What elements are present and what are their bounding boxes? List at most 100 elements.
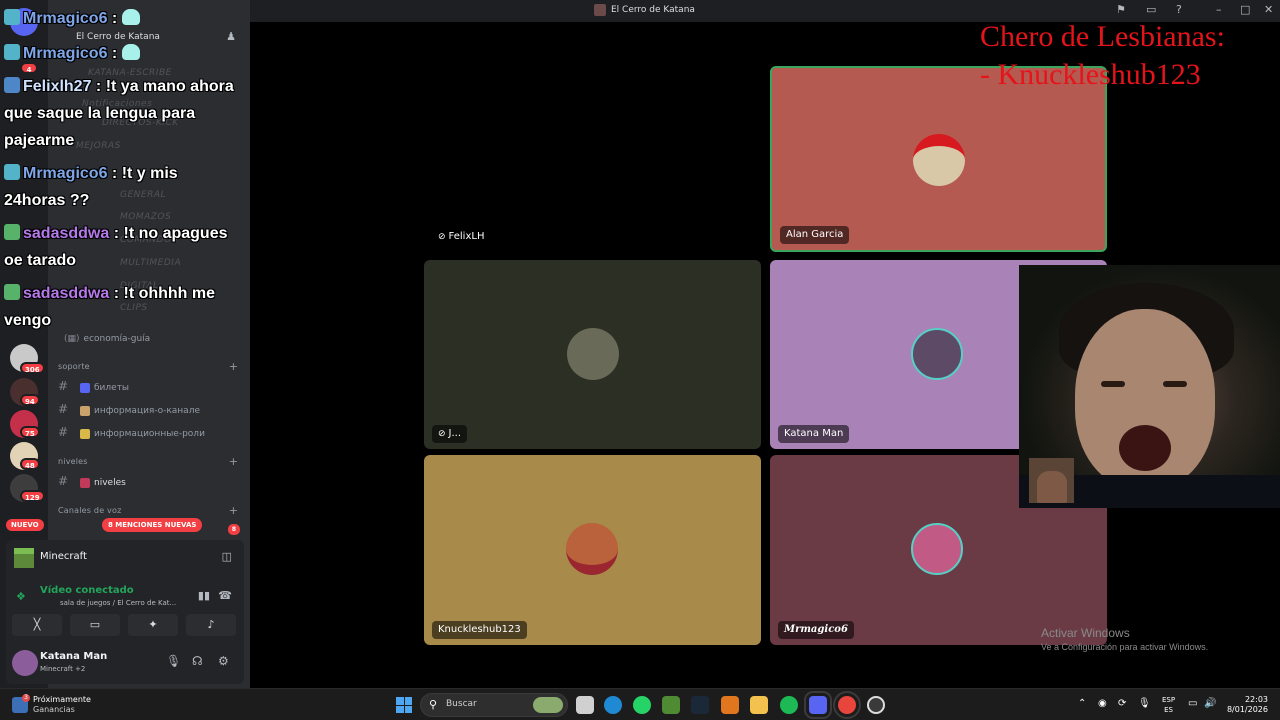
voice-status: ❖ Vídeo conectado sala de juegos / El Ce… [6, 580, 244, 612]
channel-item[interactable]: # билеты [58, 379, 129, 397]
whatsapp-icon[interactable] [633, 696, 651, 714]
webcam-mouth [1119, 425, 1171, 471]
inbox-icon[interactable]: ⚑ [1116, 3, 1126, 16]
minecraft-icon[interactable] [662, 696, 680, 714]
emoji-icon [80, 382, 90, 393]
channel-label: билеты [94, 383, 130, 393]
chrome-icon[interactable] [833, 691, 861, 719]
noise-suppression-icon[interactable]: ▮▮ [198, 589, 210, 602]
webcam-eye [1101, 381, 1125, 387]
window-title: El Cerro de Katana [611, 5, 695, 15]
disconnect-icon[interactable]: ☎ [218, 589, 232, 602]
stream-chat-overlay: Mrmagico6 : Mrmagico6 : Felixlh27 : !t y… [0, 6, 252, 336]
new-mentions-banner[interactable]: 8 MENCIONES NUEVAS [102, 518, 203, 532]
game-controller-icon[interactable]: ◫ [222, 550, 232, 563]
channel-item[interactable]: # niveles [58, 474, 126, 492]
chat-separator: : [109, 285, 124, 302]
taskbar: 3 Próximamente Ganancias ⚲ Buscar ⌃ ◉ ⟳ … [0, 688, 1280, 720]
taskbar-search[interactable]: ⚲ Buscar [420, 693, 568, 717]
chat-line: Felixlh27 : !t ya mano ahora [4, 74, 234, 100]
chevron-up-icon[interactable]: ⌃ [1078, 698, 1086, 709]
widget-title: Próximamente [33, 695, 91, 704]
voice-status-text[interactable]: Vídeo conectado [40, 585, 134, 596]
clock-date: 8/01/2026 [1226, 705, 1268, 714]
chat-badge-icon [4, 9, 20, 25]
server-badge: 75 [20, 426, 40, 438]
activity-row[interactable]: Minecraft ◫ [6, 540, 244, 574]
chat-line: Mrmagico6 : [4, 41, 140, 67]
emoji-icon [80, 477, 90, 488]
video-tile-j[interactable]: ⊘ J... [424, 260, 761, 449]
help-icon[interactable]: ? [1176, 3, 1182, 16]
account-name[interactable]: Katana Man [40, 651, 107, 662]
chat-badge-icon [4, 224, 20, 240]
spotify-icon[interactable] [780, 696, 798, 714]
clock[interactable]: 22:03 8/01/2026 [1216, 695, 1268, 715]
chat-separator: : [107, 45, 122, 62]
participant-name: Alan Garcia [786, 229, 844, 240]
minimize-icon[interactable]: – [1216, 3, 1222, 16]
webcam-eye [1163, 381, 1187, 387]
account-row: Katana Man Minecraft +2 🎙 ☊ ⚙ [6, 646, 244, 684]
microphone-icon[interactable]: 🎙 [1138, 698, 1151, 709]
volume-icon[interactable]: 🔊 [1204, 698, 1216, 709]
signal-icon[interactable]: ❖ [16, 590, 26, 603]
soundboard-button[interactable]: ♪ [186, 614, 236, 636]
category-soporte[interactable]: soporte [58, 362, 90, 376]
task-view-icon[interactable] [576, 696, 594, 714]
chat-line: que saque la lengua para [4, 105, 196, 122]
voice-channel-text[interactable]: sala de juegos / El Cerro de Kat... [60, 599, 176, 607]
screen: 4 306 94 75 48 129 El Cerro de Katana ♟ … [0, 0, 1280, 720]
close-icon[interactable]: ✕ [1264, 3, 1273, 16]
mention-count-badge: 8 [228, 524, 240, 535]
video-tile-felix[interactable]: ⊘ FelixLH [424, 66, 761, 252]
edge-icon[interactable] [604, 696, 622, 714]
security-icon[interactable]: ◉ [1098, 698, 1107, 709]
new-pill[interactable]: NUEVO [6, 519, 44, 531]
add-channel-icon[interactable]: + [229, 455, 238, 468]
emoji-icon [80, 428, 90, 439]
chat-badge-icon [4, 77, 20, 93]
channel-label: информация-о-канале [94, 406, 200, 416]
category-niveles[interactable]: niveles [58, 457, 88, 471]
chat-separator: : [107, 10, 122, 27]
channel-item-economia[interactable]: (▦) economía-guía [64, 334, 150, 352]
add-channel-icon[interactable]: + [229, 360, 238, 373]
monitor-icon[interactable]: ▭ [1146, 3, 1156, 16]
server-icon [594, 4, 606, 16]
screen-share-button[interactable]: ▭ [70, 614, 120, 636]
activate-title: Activar Windows [1041, 626, 1130, 640]
maximize-icon[interactable]: □ [1240, 3, 1250, 16]
activities-button[interactable]: ✦ [128, 614, 178, 636]
search-icon: ⚲ [429, 698, 438, 711]
activity-game: Minecraft [40, 551, 87, 562]
channel-item[interactable]: # информация-о-канале [58, 402, 200, 420]
obs-icon[interactable] [867, 696, 885, 714]
sync-icon[interactable]: ⟳ [1118, 698, 1126, 709]
overlay-line: Chero de Lesbianas: [980, 20, 1225, 53]
webcam-inset-figure [1037, 471, 1067, 503]
avatar[interactable] [12, 650, 38, 676]
start-button[interactable] [396, 697, 412, 713]
chat-line: Mrmagico6 : !t y mis [4, 161, 178, 187]
discord-icon[interactable] [804, 691, 832, 719]
hash-icon: # [58, 402, 69, 416]
participant-name: FelixLH [448, 231, 485, 242]
microphone-icon[interactable]: 🎙 [166, 654, 181, 668]
avatar [566, 523, 618, 575]
camera-off-button[interactable]: ╳ [12, 614, 62, 636]
language-indicator[interactable]: ESP ES [1162, 695, 1175, 715]
network-icon[interactable]: ▭ [1188, 698, 1197, 709]
channel-item[interactable]: # информационные-роли [58, 425, 205, 443]
video-tile-knuckles[interactable]: Knuckleshub123 [424, 455, 761, 645]
server-badge: 306 [20, 362, 45, 374]
chat-username: Felixlh27 [23, 78, 92, 95]
settings-gear-icon[interactable]: ⚙ [218, 654, 229, 668]
add-channel-icon[interactable]: + [229, 504, 238, 517]
hash-icon: # [58, 379, 69, 393]
launcher-icon[interactable] [721, 696, 739, 714]
steam-icon[interactable] [691, 696, 709, 714]
headphones-icon[interactable]: ☊ [192, 654, 203, 668]
file-explorer-icon[interactable] [750, 696, 768, 714]
hash-icon: # [58, 425, 69, 439]
